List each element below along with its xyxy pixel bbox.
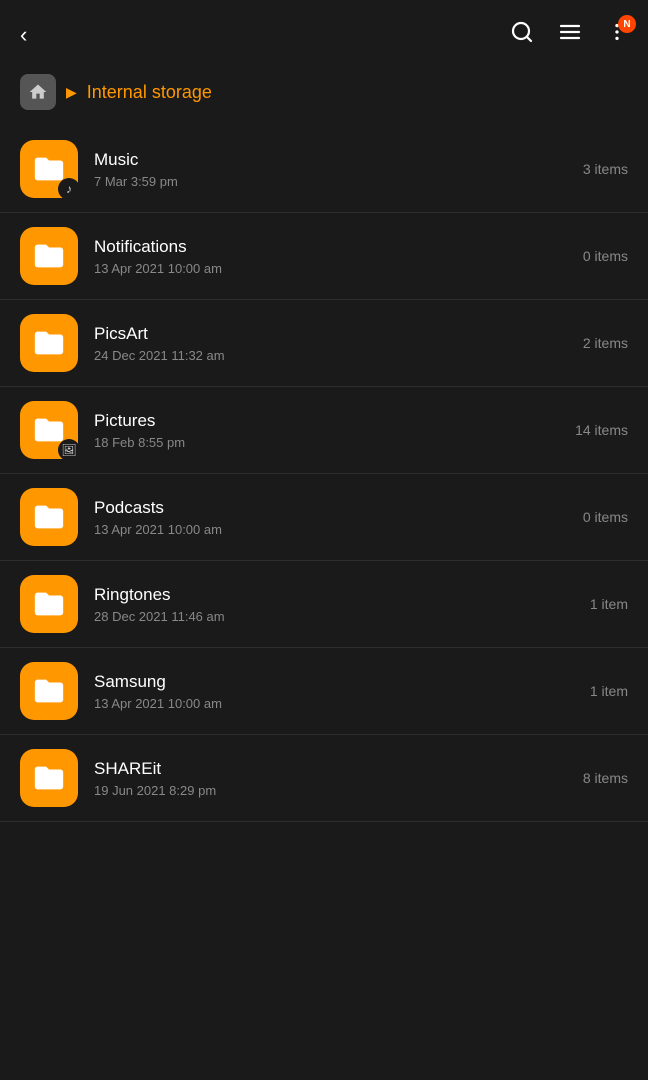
folder-icon xyxy=(20,488,78,546)
folder-count: 0 items xyxy=(568,509,628,525)
folder-sub-icon: ♪ xyxy=(58,178,80,200)
folder-icon-wrap: ♪ xyxy=(20,140,78,198)
folder-name: Ringtones xyxy=(94,585,568,605)
folder-list: ♪ Music 7 Mar 3:59 pm 3 items Notificati… xyxy=(0,126,648,822)
folder-count: 14 items xyxy=(568,422,628,438)
folder-icon-wrap xyxy=(20,488,78,546)
list-item[interactable]: Samsung 13 Apr 2021 10:00 am 1 item xyxy=(0,648,648,735)
folder-sub-icon: 🖼 xyxy=(58,439,80,461)
folder-info: Pictures 18 Feb 8:55 pm xyxy=(94,411,568,450)
folder-name: Notifications xyxy=(94,237,568,257)
folder-icon xyxy=(20,749,78,807)
folder-date: 18 Feb 8:55 pm xyxy=(94,435,568,450)
folder-info: PicsArt 24 Dec 2021 11:32 am xyxy=(94,324,568,363)
folder-icon-wrap xyxy=(20,749,78,807)
folder-icon xyxy=(20,314,78,372)
folder-name: Podcasts xyxy=(94,498,568,518)
breadcrumb-arrow: ▶ xyxy=(66,84,77,101)
more-options-button[interactable]: N xyxy=(606,21,628,49)
list-item[interactable]: ♪ Music 7 Mar 3:59 pm 3 items xyxy=(0,126,648,213)
folder-icon xyxy=(20,662,78,720)
folder-icon xyxy=(20,575,78,633)
list-item[interactable]: PicsArt 24 Dec 2021 11:32 am 2 items xyxy=(0,300,648,387)
folder-date: 19 Jun 2021 8:29 pm xyxy=(94,783,568,798)
folder-icon-wrap xyxy=(20,314,78,372)
folder-icon xyxy=(20,227,78,285)
folder-count: 1 item xyxy=(568,683,628,699)
folder-date: 13 Apr 2021 10:00 am xyxy=(94,261,568,276)
folder-date: 24 Dec 2021 11:32 am xyxy=(94,348,568,363)
folder-count: 3 items xyxy=(568,161,628,177)
list-item[interactable]: SHAREit 19 Jun 2021 8:29 pm 8 items xyxy=(0,735,648,822)
folder-name: PicsArt xyxy=(94,324,568,344)
folder-name: Pictures xyxy=(94,411,568,431)
folder-date: 7 Mar 3:59 pm xyxy=(94,174,568,189)
folder-info: Music 7 Mar 3:59 pm xyxy=(94,150,568,189)
folder-name: Samsung xyxy=(94,672,568,692)
folder-icon-wrap xyxy=(20,575,78,633)
folder-info: Samsung 13 Apr 2021 10:00 am xyxy=(94,672,568,711)
folder-count: 1 item xyxy=(568,596,628,612)
folder-info: Podcasts 13 Apr 2021 10:00 am xyxy=(94,498,568,537)
folder-count: 2 items xyxy=(568,335,628,351)
top-bar: ‹ N xyxy=(0,0,648,64)
folder-info: Notifications 13 Apr 2021 10:00 am xyxy=(94,237,568,276)
home-icon[interactable] xyxy=(20,74,56,110)
list-view-button[interactable] xyxy=(558,20,582,50)
list-item[interactable]: 🖼 Pictures 18 Feb 8:55 pm 14 items xyxy=(0,387,648,474)
breadcrumb: ▶ Internal storage xyxy=(0,64,648,126)
back-button[interactable]: ‹ xyxy=(20,22,27,48)
list-item[interactable]: Ringtones 28 Dec 2021 11:46 am 1 item xyxy=(0,561,648,648)
list-item[interactable]: Podcasts 13 Apr 2021 10:00 am 0 items xyxy=(0,474,648,561)
folder-name: SHAREit xyxy=(94,759,568,779)
folder-icon-wrap xyxy=(20,227,78,285)
folder-name: Music xyxy=(94,150,568,170)
folder-date: 28 Dec 2021 11:46 am xyxy=(94,609,568,624)
notification-badge: N xyxy=(618,15,636,33)
breadcrumb-path: Internal storage xyxy=(87,82,212,103)
folder-date: 13 Apr 2021 10:00 am xyxy=(94,522,568,537)
folder-info: Ringtones 28 Dec 2021 11:46 am xyxy=(94,585,568,624)
folder-icon-wrap: 🖼 xyxy=(20,401,78,459)
folder-date: 13 Apr 2021 10:00 am xyxy=(94,696,568,711)
top-bar-left: ‹ xyxy=(20,22,27,48)
search-button[interactable] xyxy=(510,20,534,50)
folder-icon-wrap xyxy=(20,662,78,720)
top-bar-right: N xyxy=(510,20,628,50)
folder-count: 0 items xyxy=(568,248,628,264)
folder-info: SHAREit 19 Jun 2021 8:29 pm xyxy=(94,759,568,798)
list-item[interactable]: Notifications 13 Apr 2021 10:00 am 0 ite… xyxy=(0,213,648,300)
folder-count: 8 items xyxy=(568,770,628,786)
